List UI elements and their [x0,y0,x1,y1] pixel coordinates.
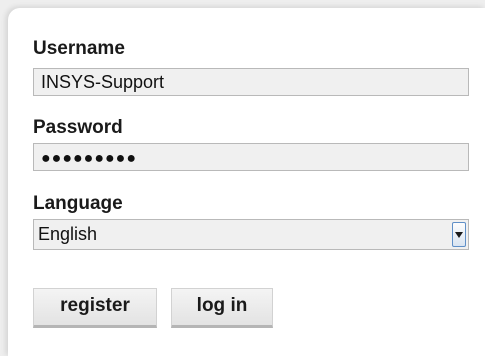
language-select[interactable]: English [33,219,469,250]
chevron-down-icon [455,231,463,238]
username-value: INSYS-Support [41,72,165,92]
register-button[interactable]: register [33,288,157,328]
password-label: Password [33,117,123,138]
password-field[interactable]: ●●●●●●●●● [33,143,469,171]
language-selected-value: English [38,224,98,244]
dropdown-arrow-icon[interactable] [452,222,466,247]
username-field[interactable]: INSYS-Support [33,68,469,96]
password-value: ●●●●●●●●● [41,150,137,167]
language-label: Language [33,193,123,214]
username-label: Username [33,38,125,59]
login-panel: Username INSYS-Support Password ●●●●●●●●… [8,8,485,356]
login-button[interactable]: log in [171,288,273,328]
